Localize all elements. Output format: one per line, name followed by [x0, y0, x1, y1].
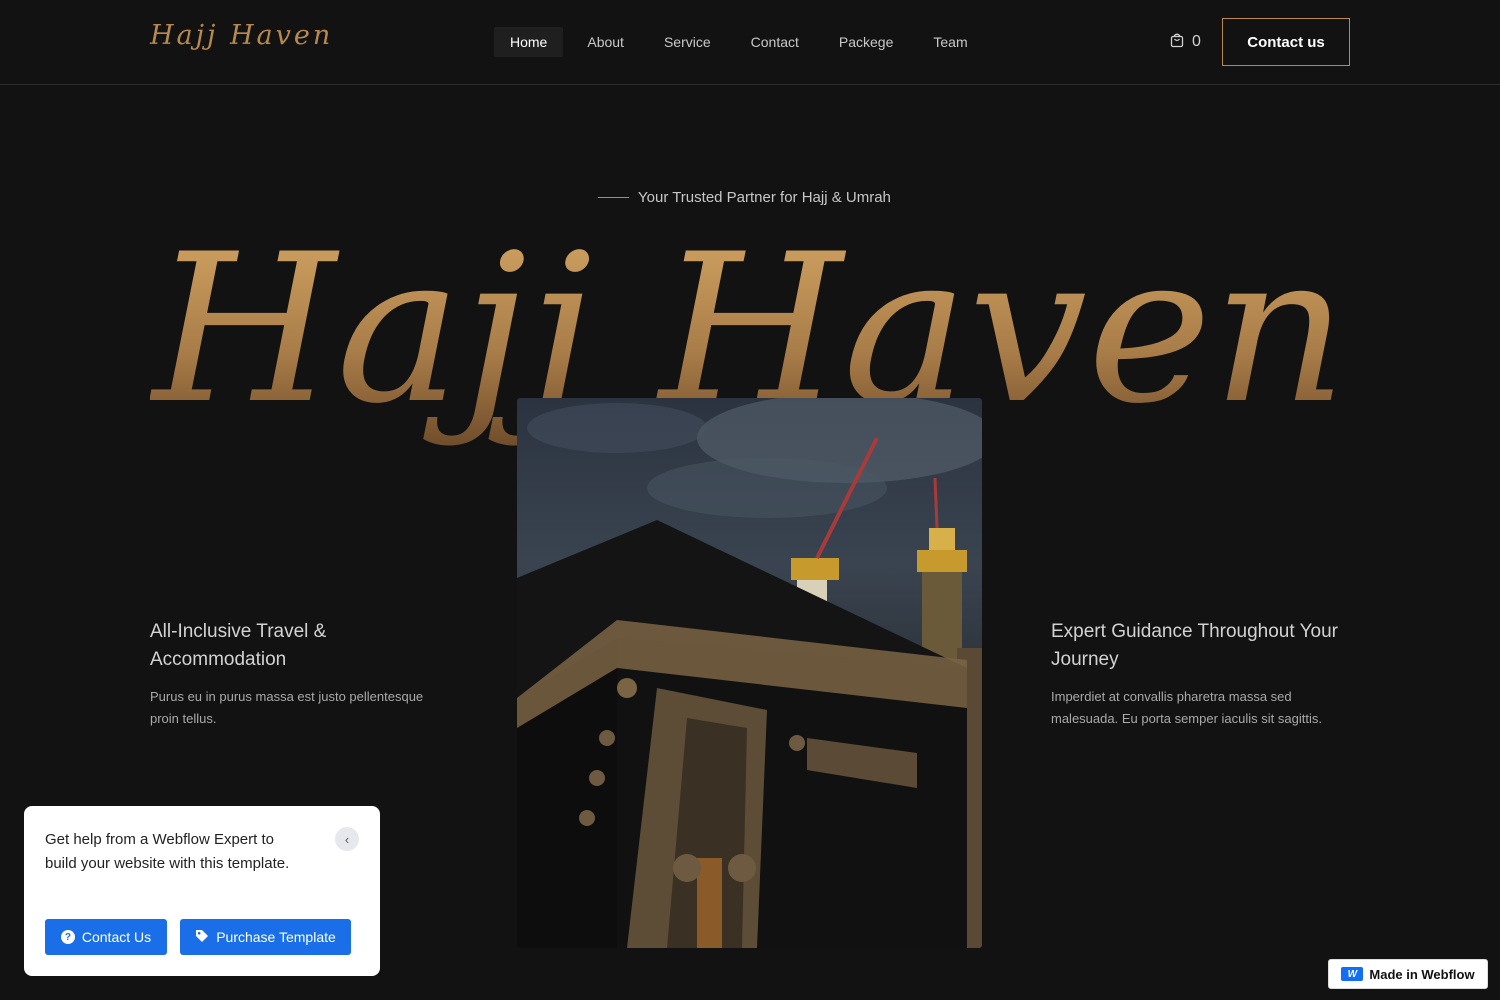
purchase-template-button[interactable]: Purchase Template: [180, 919, 351, 955]
feature-travel: All-Inclusive Travel & Accommodation Pur…: [150, 618, 450, 730]
nav-item-service[interactable]: Service: [648, 27, 727, 57]
nav-item-about[interactable]: About: [571, 27, 640, 57]
logo[interactable]: Hajj Haven: [150, 20, 333, 51]
question-icon: ?: [60, 930, 75, 944]
cart-button[interactable]: 0: [1169, 31, 1201, 53]
feature-guidance-text: Imperdiet at convallis pharetra massa se…: [1051, 689, 1322, 726]
main-nav: Home About Service Contact Packege Team: [494, 27, 992, 57]
feature-guidance: Expert Guidance Throughout Your Journey …: [1051, 618, 1351, 730]
kaaba-image: [517, 398, 982, 948]
feature-travel-text: Purus eu in purus massa est justo pellen…: [150, 689, 424, 726]
webflow-help-widget: Get help from a Webflow Expert to build …: [24, 806, 380, 976]
help-contact-us-button[interactable]: ? Contact Us: [45, 919, 167, 955]
purchase-label: Purchase Template: [216, 929, 336, 945]
tagline-text: Your Trusted Partner for Hajj & Umrah: [638, 188, 891, 206]
site-header: Hajj Haven Home About Service Contact Pa…: [0, 0, 1500, 85]
made-in-webflow-badge[interactable]: W Made in Webflow: [1328, 959, 1488, 989]
collapse-button[interactable]: ‹: [335, 827, 359, 851]
webflow-logo-icon: W: [1341, 967, 1364, 981]
nav-item-team[interactable]: Team: [917, 27, 983, 57]
help-text: Get help from a Webflow Expert to build …: [45, 831, 290, 872]
nav-item-home[interactable]: Home: [494, 27, 564, 57]
feature-guidance-title: Expert Guidance Throughout Your Journey: [1051, 621, 1338, 670]
nav-item-contact[interactable]: Contact: [735, 27, 815, 57]
tagline-divider: [598, 196, 629, 198]
tag-icon: [195, 929, 209, 946]
badge-label: Made in Webflow: [1369, 966, 1475, 982]
nav-item-packege[interactable]: Packege: [823, 27, 909, 57]
hero-tagline: Your Trusted Partner for Hajj & Umrah: [598, 186, 891, 208]
cart-count: 0: [1192, 33, 1201, 50]
contact-us-button[interactable]: Contact us: [1222, 18, 1350, 66]
chevron-left-icon: ‹: [344, 831, 350, 847]
help-contact-label: Contact Us: [81, 929, 152, 945]
feature-travel-title: All-Inclusive Travel & Accommodation: [150, 621, 327, 670]
shopping-bag-icon: [1169, 32, 1185, 53]
